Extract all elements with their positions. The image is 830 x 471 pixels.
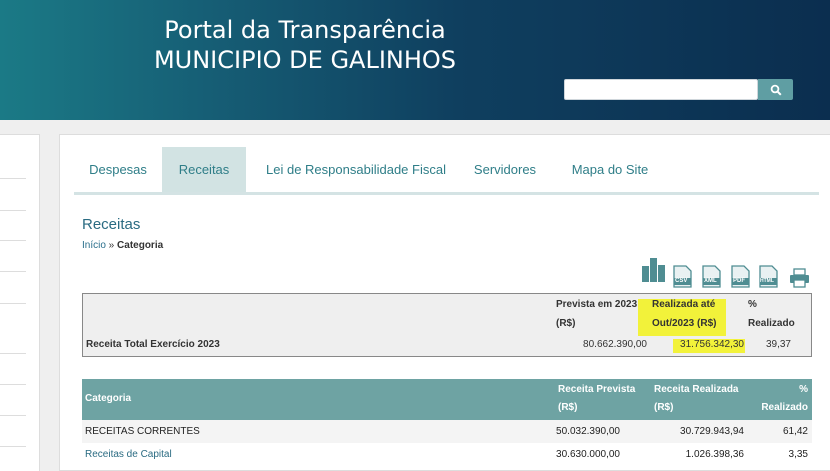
summary-realizada-value: 31.756.342,30: [680, 339, 744, 350]
breadcrumb: Início » Categoria: [82, 240, 163, 251]
csv-label: CSV: [675, 278, 688, 284]
pdf-export-icon[interactable]: PDF: [731, 265, 750, 288]
search-icon: [770, 84, 782, 96]
summary-header-prevista: Prevista em 2023: [556, 299, 638, 310]
summary-header-pct: %: [748, 299, 757, 310]
page-title: Receitas: [82, 216, 141, 233]
col-prevista-unit: (R$): [558, 402, 578, 413]
col-realizada-unit: (R$): [654, 402, 674, 413]
summary-header-prevista-unit: (R$): [556, 318, 576, 329]
sidebar-divider: [0, 210, 26, 211]
sidebar-divider: [0, 178, 26, 179]
sidebar-divider: [0, 415, 26, 416]
summary-table: Prevista em 2023 (R$) Realizada até Out/…: [82, 293, 812, 357]
portal-title: Portal da Transparência: [164, 16, 446, 44]
sidebar-divider: [0, 240, 26, 241]
search-input[interactable]: [564, 79, 758, 100]
html-export-icon[interactable]: HTML: [759, 265, 778, 288]
summary-row-label: Receita Total Exercício 2023: [86, 339, 220, 350]
tab-receitas[interactable]: Receitas: [162, 147, 246, 192]
pct-realizado: 61,42: [782, 426, 808, 437]
summary-pct-value: 39,37: [765, 339, 791, 350]
sidebar-divider: [0, 303, 26, 304]
tab-lrf[interactable]: Lei de Responsabilidade Fiscal: [246, 147, 466, 192]
sidebar-divider: [0, 384, 26, 385]
csv-export-icon[interactable]: CSV: [673, 265, 692, 288]
pdf-label: PDF: [733, 278, 745, 284]
category-name: RECEITAS CORRENTES: [85, 426, 200, 437]
left-sidebar: [0, 134, 40, 471]
nav-tabs: Despesas Receitas Lei de Responsabilidad…: [74, 147, 819, 195]
html-label: HTML: [760, 278, 774, 284]
breadcrumb-separator: »: [105, 240, 118, 251]
table-row: Receitas de Capital 30.630.000,00 1.026.…: [82, 443, 812, 466]
receita-prevista: 30.630.000,00: [556, 449, 620, 460]
col-pct: %: [799, 384, 808, 395]
col-categoria: Categoria: [85, 393, 132, 404]
bar-chart-icon[interactable]: [641, 257, 666, 283]
receita-prevista: 50.032.390,00: [556, 426, 620, 437]
site-header: Portal da Transparência MUNICIPIO DE GAL…: [0, 0, 830, 120]
pct-realizado: 3,35: [788, 449, 808, 460]
printer-icon[interactable]: [789, 268, 810, 288]
col-prevista: Receita Prevista: [558, 384, 636, 395]
receita-realizada: 1.026.398,36: [685, 449, 744, 460]
tab-despesas[interactable]: Despesas: [74, 147, 162, 192]
xml-label: XML: [704, 278, 717, 284]
category-name-link[interactable]: Receitas de Capital: [85, 443, 172, 466]
sidebar-divider: [0, 271, 26, 272]
summary-header-pct-label: Realizado: [748, 318, 795, 329]
sidebar-divider: [0, 446, 26, 447]
municipality-name: MUNICIPIO DE GALINHOS: [153, 46, 457, 74]
breadcrumb-home-link[interactable]: Início: [82, 240, 106, 251]
table-row: RECEITAS CORRENTES 50.032.390,00 30.729.…: [82, 420, 812, 443]
tab-servidores[interactable]: Servidores: [466, 147, 544, 192]
summary-prevista-value: 80.662.390,00: [583, 339, 647, 350]
breadcrumb-current: Categoria: [117, 240, 164, 251]
col-realizada: Receita Realizada: [654, 384, 739, 395]
main-panel: Despesas Receitas Lei de Responsabilidad…: [59, 134, 830, 471]
summary-header-realizada-unit: Out/2023 (R$): [652, 318, 717, 329]
receita-realizada: 30.729.943,94: [680, 426, 744, 437]
summary-header-realizada: Realizada até: [652, 299, 716, 310]
tab-mapa-do-site[interactable]: Mapa do Site: [556, 147, 664, 192]
sidebar-divider: [0, 353, 26, 354]
col-pct-label: Realizado: [761, 402, 808, 413]
xml-export-icon[interactable]: XML: [702, 265, 721, 288]
category-table-header: Categoria Receita Prevista (R$) Receita …: [82, 379, 812, 420]
search-button[interactable]: [758, 79, 793, 100]
